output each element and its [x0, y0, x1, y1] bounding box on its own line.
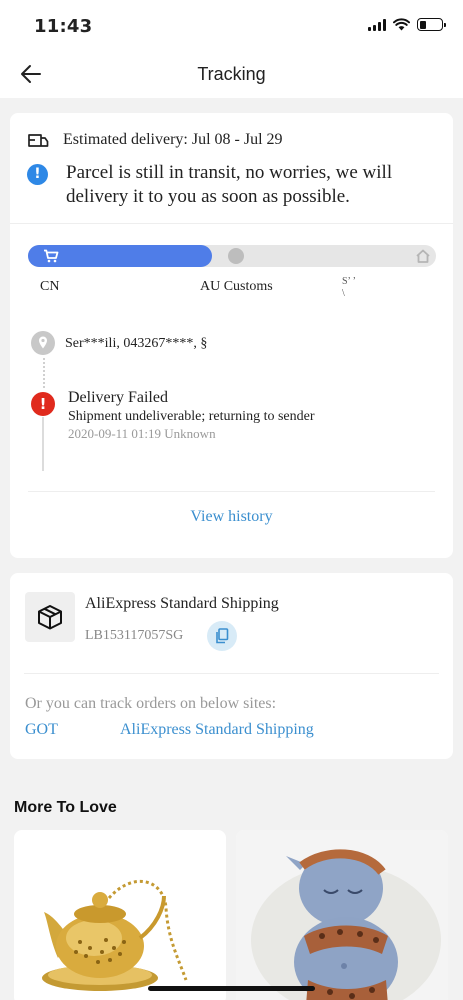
truck-icon: [28, 134, 49, 147]
site-link-got[interactable]: GOT: [25, 721, 58, 739]
product-image: [42, 879, 188, 991]
timeline-line: [42, 417, 44, 471]
stage-label-customs: AU Customs: [200, 279, 273, 294]
other-sites-label: Or you can track orders on below sites:: [25, 695, 277, 712]
customs-icon: [228, 248, 244, 264]
status-time: 11:43: [34, 16, 93, 37]
transit-notice: Parcel is still in transit, no worries, …: [66, 162, 393, 207]
timeline-dotted-line: [43, 358, 45, 388]
status-icons: [368, 18, 446, 31]
nav-bar: Tracking: [0, 50, 463, 98]
recipient-info: Ser***ili, 043267****, §: [65, 336, 208, 351]
error-icon: !: [31, 392, 55, 416]
cart-icon: [44, 249, 59, 263]
battery-icon: [417, 18, 446, 31]
section-title: More To Love: [14, 799, 117, 816]
shipping-card: AliExpress Standard Shipping LB153117057…: [10, 573, 453, 759]
view-history-link[interactable]: View history: [10, 508, 453, 526]
event-title: Delivery Failed: [68, 389, 168, 406]
home-indicator: [148, 986, 315, 991]
info-icon: !: [27, 164, 48, 185]
event-timestamp: 2020-09-11 01:19 Unknown: [68, 426, 216, 441]
divider: [10, 223, 453, 224]
copy-icon: [216, 628, 229, 644]
estimated-delivery-text: Estimated delivery: Jul 08 - Jul 29: [63, 130, 283, 148]
divider: [28, 491, 435, 492]
stage-label-destination: S’ ’ \: [342, 276, 356, 299]
signal-icon: [368, 18, 386, 31]
location-pin-icon: [31, 331, 55, 355]
carrier-name: AliExpress Standard Shipping: [85, 595, 279, 612]
estimated-delivery-row: Estimated delivery: Jul 08 - Jul 29: [27, 130, 283, 149]
tracking-progress-bar: [28, 245, 436, 267]
copy-button[interactable]: [207, 621, 237, 651]
divider: [24, 673, 439, 674]
product-card[interactable]: [14, 830, 226, 1000]
package-icon: [25, 592, 75, 642]
site-link-aliexpress[interactable]: AliExpress Standard Shipping: [120, 721, 314, 739]
event-description: Shipment undeliverable; returning to sen…: [68, 409, 315, 424]
tracking-number: LB153117057SG: [85, 628, 184, 643]
page-title: Tracking: [197, 64, 266, 84]
product-image: [236, 830, 448, 1000]
wifi-icon: [393, 18, 410, 31]
status-bar: 11:43: [0, 0, 463, 50]
stage-label-origin: CN: [40, 279, 60, 294]
tracking-card: Estimated delivery: Jul 08 - Jul 29 ! Pa…: [10, 113, 453, 558]
home-icon: [416, 249, 430, 263]
product-card[interactable]: [236, 830, 448, 1000]
